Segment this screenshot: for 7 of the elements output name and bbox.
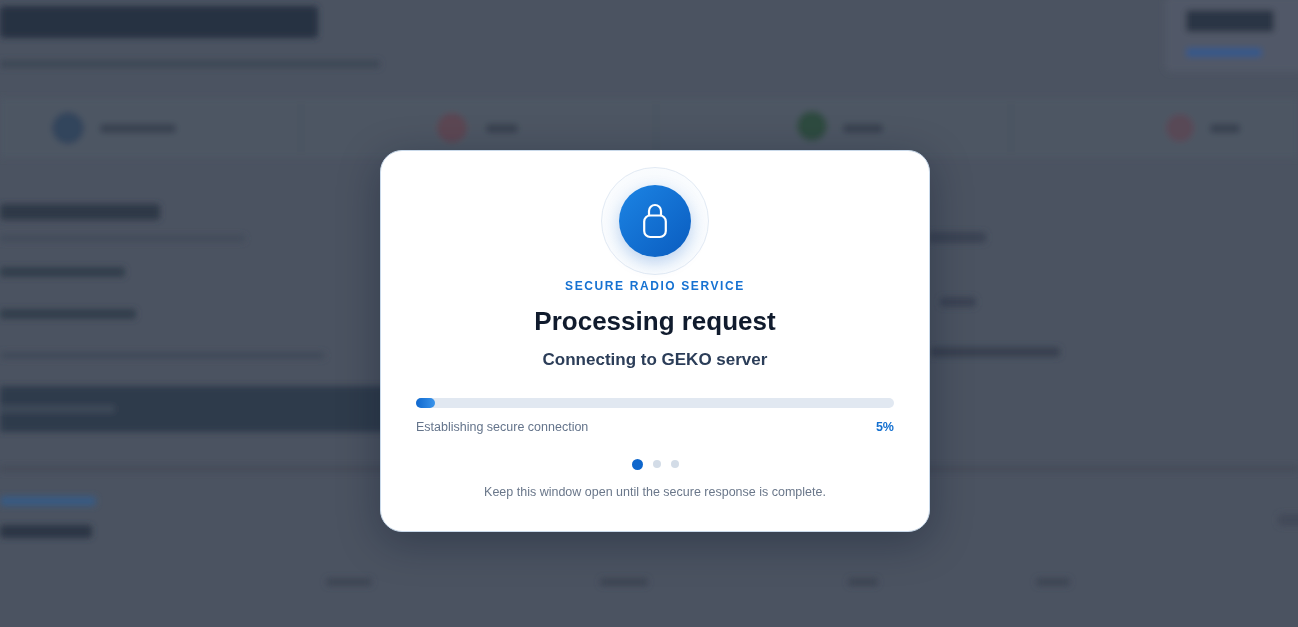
status-subtitle: Connecting to GEKO server xyxy=(542,349,768,371)
lock-icon xyxy=(619,185,691,257)
dialog-title: Processing request xyxy=(534,305,776,338)
hint-text: Keep this window open until the secure response is complete. xyxy=(484,484,826,500)
progress-label: Establishing secure connection xyxy=(416,419,589,435)
progress-reading: 5% xyxy=(875,419,894,435)
service-label: SECURE RADIO SERVICE xyxy=(565,278,745,294)
